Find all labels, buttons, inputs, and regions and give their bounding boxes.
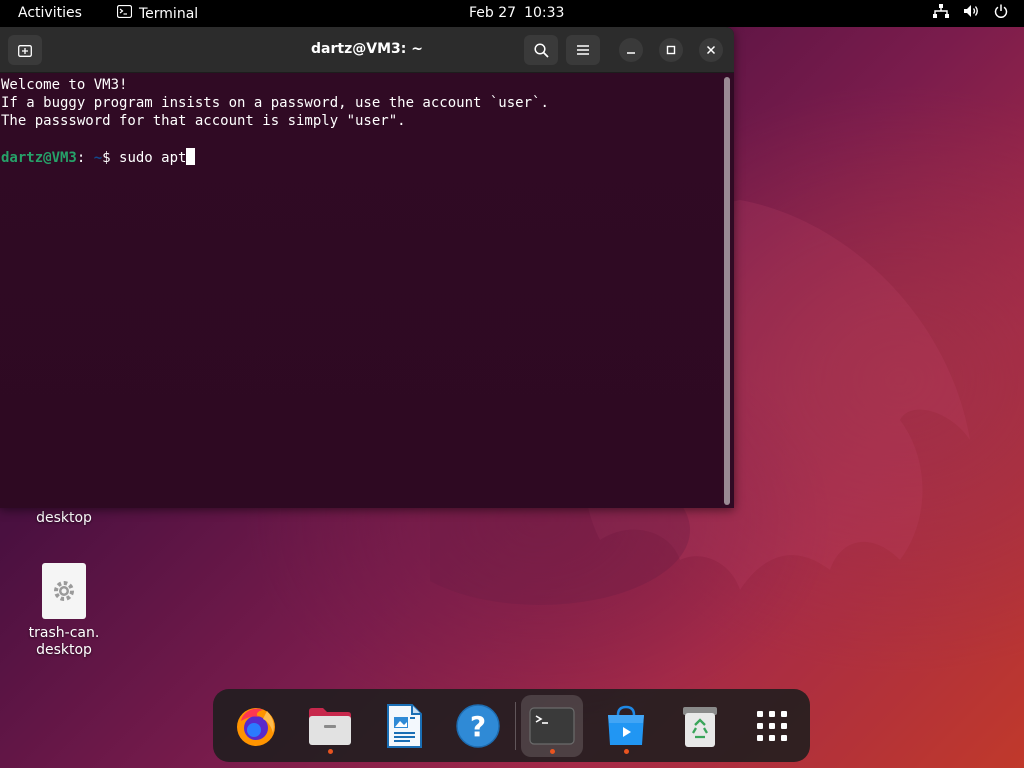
search-button[interactable] bbox=[524, 35, 558, 65]
trash-can-label-line1: trash-can. bbox=[28, 625, 100, 641]
output-line: Welcome to VM3! bbox=[1, 77, 128, 93]
desktop-icon-label-line1: desktop bbox=[36, 510, 92, 526]
firefox-icon bbox=[237, 708, 275, 746]
clock-date: Feb 27 bbox=[469, 5, 517, 21]
software-icon bbox=[608, 705, 644, 745]
output-line: The passsword for that account is simply… bbox=[1, 113, 406, 129]
terminal-scrollbar[interactable] bbox=[724, 77, 730, 505]
terminal-output[interactable]: Welcome to VM3! If a buggy program insist… bbox=[0, 73, 722, 508]
terminal-headerbar[interactable]: dartz@VM3: ~ bbox=[0, 27, 734, 73]
maximize-button[interactable] bbox=[659, 38, 683, 62]
app-menu-label: Terminal bbox=[139, 5, 199, 22]
app-menu[interactable]: Terminal bbox=[116, 4, 199, 22]
minimize-icon bbox=[627, 52, 635, 54]
hamburger-menu-icon bbox=[577, 45, 589, 55]
dock-separator bbox=[515, 702, 516, 750]
dock-firefox[interactable] bbox=[225, 695, 287, 757]
menu-button[interactable] bbox=[566, 35, 600, 65]
prompt-line[interactable]: dartz@VM3: ~$ sudo apt bbox=[1, 148, 721, 167]
search-icon bbox=[533, 42, 549, 58]
running-indicator bbox=[623, 749, 629, 754]
app-grid-icon bbox=[757, 711, 787, 741]
activities-button[interactable]: Activities bbox=[18, 5, 82, 21]
clock[interactable]: Feb 27 10:33 bbox=[469, 5, 564, 21]
dock-software[interactable] bbox=[595, 695, 657, 757]
dock-help[interactable]: ? bbox=[447, 695, 509, 757]
close-icon bbox=[706, 45, 716, 55]
prompt-user: dartz@VM3 bbox=[1, 150, 77, 166]
command-input[interactable]: sudo apt bbox=[119, 150, 186, 166]
desktop-icon-label[interactable]: desktop bbox=[30, 510, 98, 527]
prompt-symbol: $ bbox=[102, 150, 120, 166]
help-icon: ? bbox=[456, 704, 500, 748]
running-indicator bbox=[327, 749, 333, 754]
writer-icon bbox=[387, 704, 422, 748]
text-cursor bbox=[186, 148, 196, 165]
trash-can-desktop-file-icon[interactable] bbox=[42, 563, 86, 619]
volume-icon[interactable] bbox=[963, 4, 980, 18]
dock-writer[interactable] bbox=[373, 695, 435, 757]
power-icon[interactable] bbox=[994, 4, 1008, 18]
dock-trash[interactable] bbox=[669, 695, 731, 757]
system-tray[interactable] bbox=[933, 4, 1008, 18]
output-line: If a buggy program insists on a password… bbox=[1, 95, 549, 111]
clock-time: 10:33 bbox=[524, 5, 565, 21]
terminal-icon bbox=[529, 707, 575, 745]
dock-show-applications[interactable] bbox=[741, 695, 803, 757]
close-button[interactable] bbox=[699, 38, 723, 62]
top-bar: Activities Terminal Feb 27 10:33 bbox=[0, 0, 1024, 27]
dock-terminal[interactable] bbox=[521, 695, 583, 757]
running-indicator bbox=[549, 749, 555, 754]
dock: ? bbox=[213, 689, 810, 762]
files-icon bbox=[309, 708, 351, 745]
maximize-icon bbox=[666, 45, 676, 55]
trash-can-label-line2: desktop bbox=[36, 642, 92, 658]
prompt-path: ~ bbox=[85, 150, 103, 166]
dock-files[interactable] bbox=[299, 695, 361, 757]
svg-text:?: ? bbox=[470, 710, 486, 743]
network-icon[interactable] bbox=[933, 4, 949, 18]
terminal-window[interactable]: dartz@VM3: ~ Welcome to VM3! If a buggy p… bbox=[0, 27, 734, 508]
trash-icon bbox=[683, 707, 717, 747]
terminal-app-icon bbox=[116, 4, 133, 22]
trash-can-desktop-label[interactable]: trash-can. desktop bbox=[24, 625, 104, 659]
minimize-button[interactable] bbox=[619, 38, 643, 62]
gear-icon bbox=[54, 581, 74, 601]
